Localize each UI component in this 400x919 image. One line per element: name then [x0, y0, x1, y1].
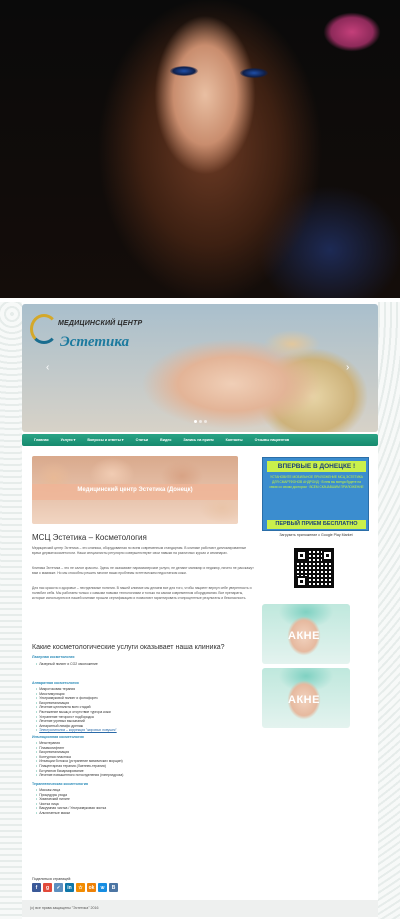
copyright: (с) все права защищены "Эстетика" 2016	[30, 906, 99, 910]
service-list: Микротоковая терапия Миостимуляция Ультр…	[36, 687, 116, 733]
share-buttons: f g ✓ in ☆ ok ѡ B	[32, 883, 118, 892]
share-label: Поделиться страницей:	[32, 877, 72, 881]
header-slider: МЕДИЦИНСКИЙ ЦЕНТР Эстетика ‹ ›	[22, 304, 378, 432]
slider-dots	[194, 420, 207, 423]
hero-eye-left	[170, 66, 198, 76]
acne-promo-2[interactable]: АКНЕ	[262, 668, 350, 728]
list-item[interactable]: Альгинатные маски	[36, 811, 106, 816]
section-title: Аппаратная косметология	[32, 681, 79, 685]
footer: (с) все права защищены "Эстетика" 2016	[22, 900, 378, 917]
share-icon[interactable]: ✓	[54, 883, 63, 892]
list-item[interactable]: Лазерный пилинг и CO2 омоложение	[36, 662, 98, 667]
acne-label: АКНЕ	[288, 694, 320, 706]
main-nav: Главная Услуги ▾ Вопросы и ответы ▾ Стат…	[22, 434, 378, 446]
electrolipolysis-link[interactable]: Электролиполиз – коррекция "жировых лову…	[39, 728, 116, 732]
service-list: Мезотерапия Плазмолифтинг Биоревитализац…	[36, 741, 123, 778]
promo-body: УСТАНОВИТЕ МОБИЛЬНОЕ ПРИЛОЖЕНИЕ МСЦ ЭСТЕ…	[269, 475, 364, 489]
list-item[interactable]: Электролиполиз – коррекция "жировых лову…	[36, 728, 116, 733]
slider-prev-icon[interactable]: ‹	[46, 362, 49, 373]
nav-contacts[interactable]: Контакты	[226, 438, 243, 442]
clinic-banner: Медицинский центр Эстетика (Донецк)	[32, 456, 238, 524]
share-icon[interactable]: ѡ	[98, 883, 107, 892]
hero-photo	[0, 0, 400, 298]
nav-appointment[interactable]: Запись на прием	[183, 438, 213, 442]
list-item[interactable]: Лечение повышенного потоотделения (гипер…	[36, 773, 123, 778]
banner-title: Медицинский центр Эстетика (Донецк)	[77, 487, 193, 493]
slider-next-icon[interactable]: ›	[346, 362, 349, 373]
intro-paragraph: Клиника Эстетика – это не салон красоты.…	[32, 566, 254, 575]
share-icon[interactable]: ok	[87, 883, 96, 892]
acne-promo-1[interactable]: АКНЕ	[262, 604, 350, 664]
site-logo[interactable]: МЕДИЦИНСКИЙ ЦЕНТР Эстетика	[30, 308, 143, 352]
logo-title: Эстетика	[60, 334, 130, 350]
nav-reviews[interactable]: Отзывы пациентов	[255, 438, 290, 442]
share-icon[interactable]: f	[32, 883, 41, 892]
intro-paragraph: Для нас красота и здоровье – неотделимые…	[32, 586, 252, 600]
section-title: Лазерная косметология	[32, 655, 75, 659]
logo-swoosh-icon	[30, 314, 58, 344]
nav-articles[interactable]: Статьи	[136, 438, 149, 442]
page-title: МСЦ Эстетика – Косметология	[32, 533, 147, 542]
nav-services[interactable]: Услуги ▾	[61, 438, 76, 442]
hero-eye-right	[240, 68, 268, 78]
acne-label: АКНЕ	[288, 630, 320, 642]
service-list: Лазерный пилинг и CO2 омоложение	[36, 662, 98, 667]
logo-subtitle: МЕДИЦИНСКИЙ ЦЕНТР	[58, 320, 143, 327]
services-heading: Какие косметологические услуги оказывает…	[32, 644, 225, 651]
share-icon[interactable]: in	[65, 883, 74, 892]
share-icon[interactable]: g	[43, 883, 52, 892]
qr-finder	[296, 576, 307, 587]
website-frame: МЕДИЦИНСКИЙ ЦЕНТР Эстетика ‹ › Главная У…	[0, 302, 400, 919]
service-list: Массаж лица Процедуры ухода Химический п…	[36, 788, 106, 816]
promo-offer: ПЕРВЫЙ ПРИЕМ БЕСПЛАТНО	[267, 520, 366, 529]
app-download-text[interactable]: Загрузить приложение с Google Play Marke…	[264, 533, 368, 538]
slider-dot[interactable]	[194, 420, 197, 423]
qr-code[interactable]	[294, 548, 334, 588]
qr-finder	[296, 550, 307, 561]
slider-dot[interactable]	[199, 420, 202, 423]
nav-faq[interactable]: Вопросы и ответы ▾	[87, 438, 123, 442]
section-title: Инъекционная косметология	[32, 735, 84, 739]
qr-finder	[322, 550, 333, 561]
section-title: Терапевтическая косметология	[32, 782, 88, 786]
promo-headline: ВПЕРВЫЕ В ДОНЕЦКЕ !	[267, 461, 366, 472]
nav-home[interactable]: Главная	[34, 438, 49, 442]
share-icon[interactable]: B	[109, 883, 118, 892]
intro-paragraph: Медицинский центр Эстетика – это клиника…	[32, 546, 247, 555]
slider-dot[interactable]	[204, 420, 207, 423]
nav-video[interactable]: Видео	[160, 438, 171, 442]
share-icon[interactable]: ☆	[76, 883, 85, 892]
app-promo-banner[interactable]: ВПЕРВЫЕ В ДОНЕЦКЕ ! УСТАНОВИТЕ МОБИЛЬНОЕ…	[262, 457, 369, 531]
